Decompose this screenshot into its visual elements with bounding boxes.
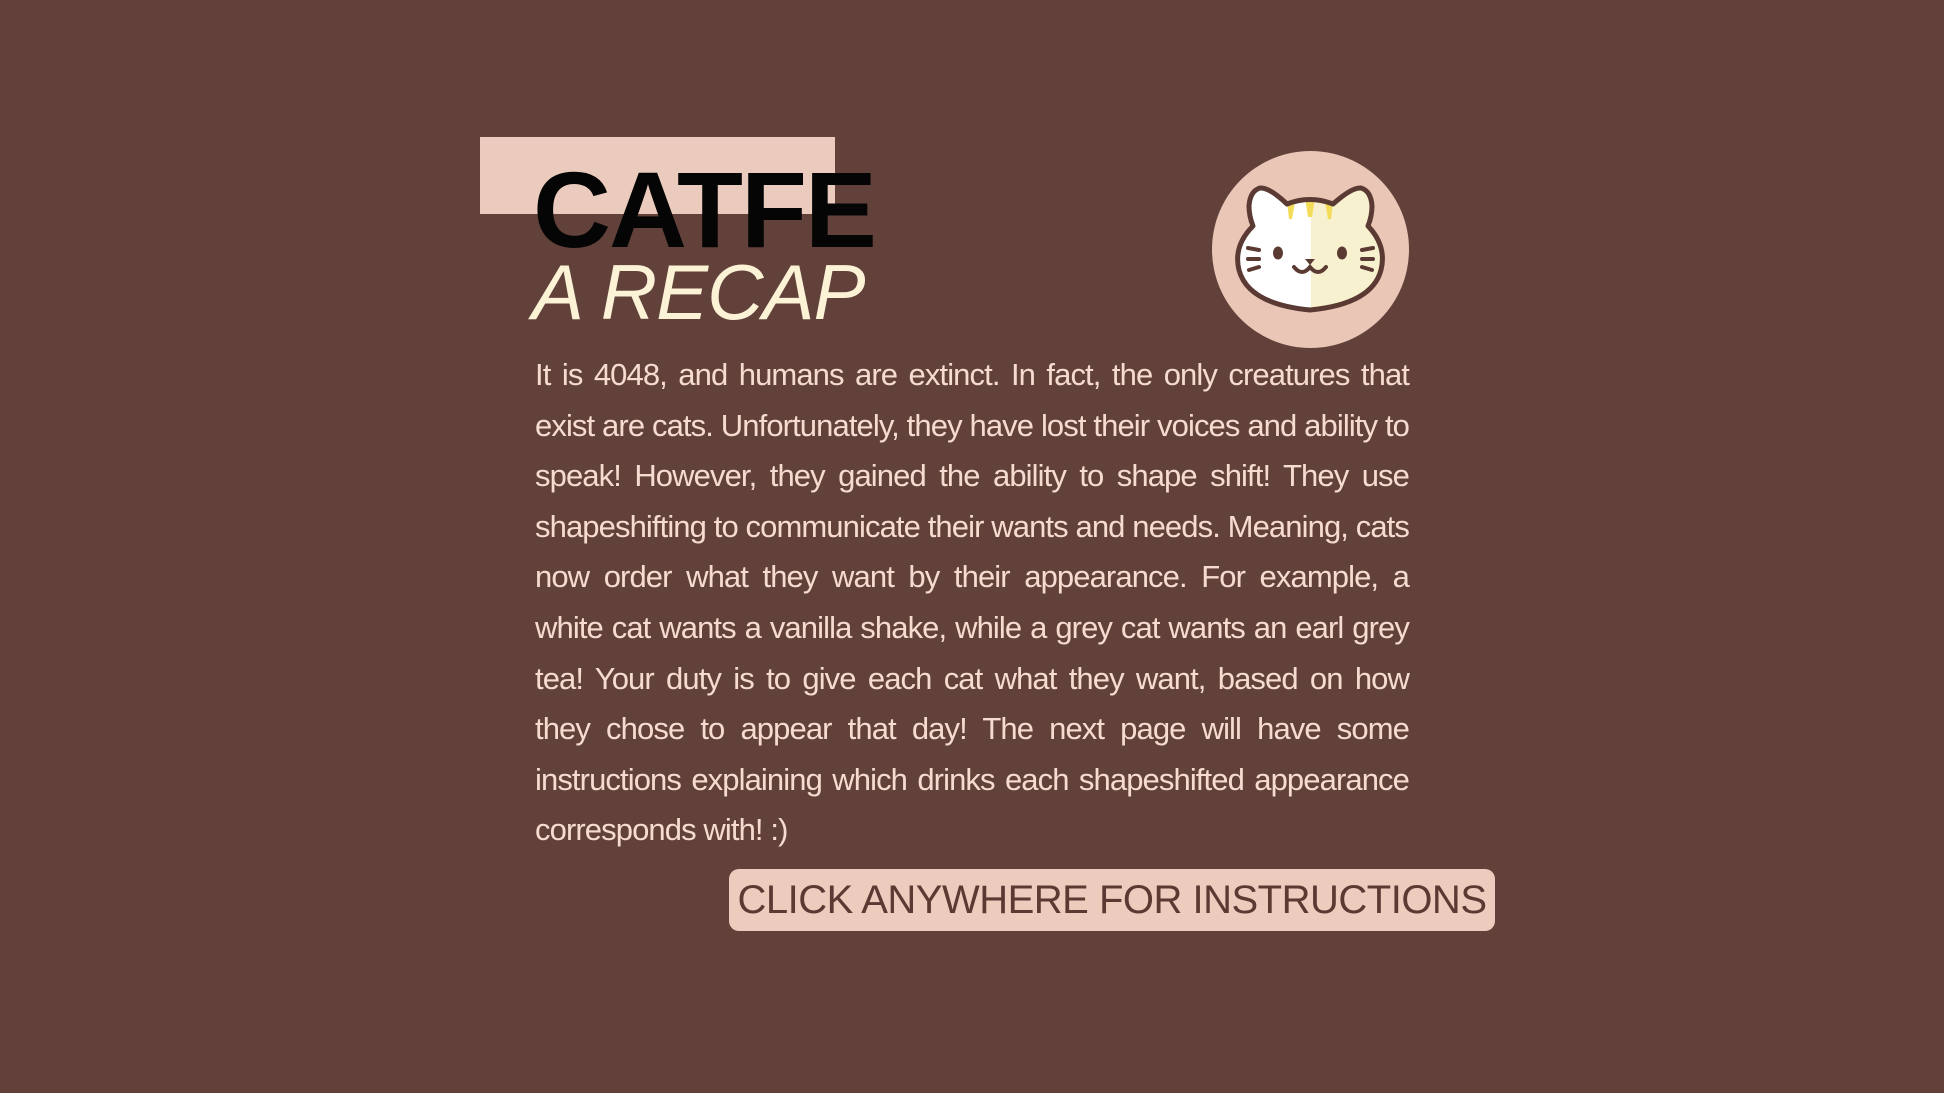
cat-face-icon xyxy=(1235,185,1385,313)
story-text: It is 4048, and humans are extinct. In f… xyxy=(535,357,1410,848)
instructions-button[interactable]: CLICK ANYWHERE FOR INSTRUCTIONS xyxy=(729,869,1495,931)
cat-logo-badge xyxy=(1212,151,1409,348)
page-subtitle: A RECAP xyxy=(532,248,866,336)
recap-screen[interactable]: CATFE A RECAP It is 4048, and humans are… xyxy=(0,0,1944,1093)
